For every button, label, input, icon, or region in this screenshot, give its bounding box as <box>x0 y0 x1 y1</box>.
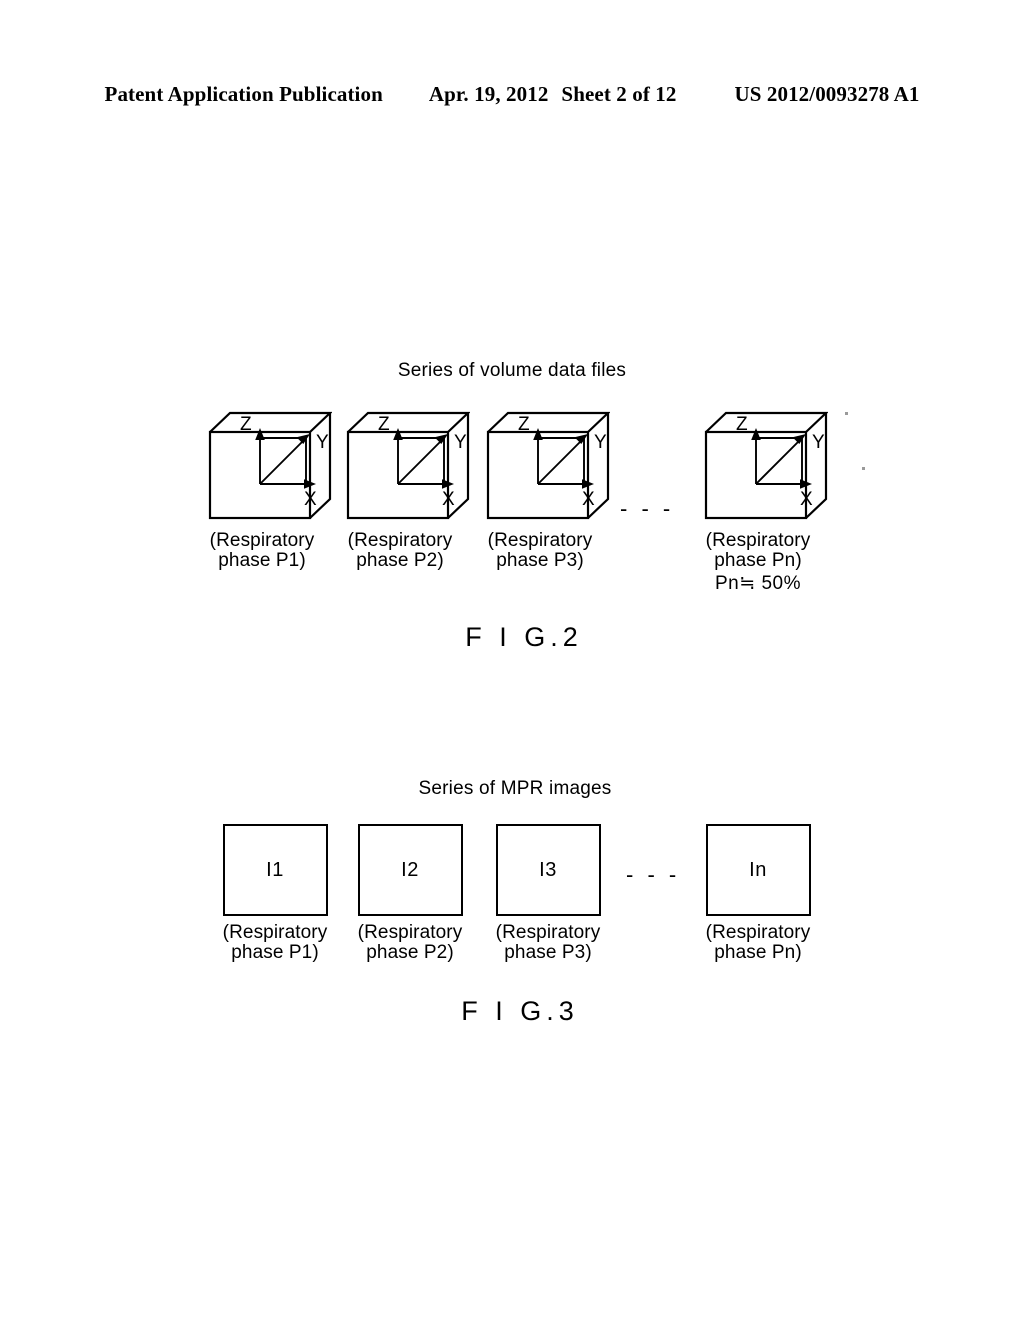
page-header: Patent Application Publication Apr. 19, … <box>0 82 1024 116</box>
axis-label-x: X <box>582 489 595 510</box>
axis-label-y: Y <box>812 432 825 453</box>
figure-2-caption-word: F I G. <box>465 622 563 652</box>
mpr-image-box: I3 <box>495 824 601 916</box>
axis-label-x: X <box>304 489 317 510</box>
mpr-image-box: In <box>705 824 811 916</box>
volume-item-caption: (Respiratory phase Pn) <box>705 530 811 571</box>
figure-3-caption: F I G.3 <box>12 996 1024 1027</box>
mpr-image-box: I1 <box>222 824 328 916</box>
figure-3-item-row: I1 (Respiratory phase P1) I2 (Respirator… <box>0 824 1024 974</box>
mpr-image-box: I2 <box>357 824 463 916</box>
volume-cube-icon: Z Y X <box>470 404 610 524</box>
volume-item-caption: (Respiratory phase P1) <box>209 530 315 571</box>
axis-label-z: Z <box>518 414 530 435</box>
axis-label-z: Z <box>736 414 748 435</box>
mpr-item-caption: (Respiratory phase P3) <box>495 922 601 963</box>
axis-label-x: X <box>442 489 455 510</box>
mpr-image-item: In (Respiratory phase Pn) <box>678 824 838 963</box>
mpr-image-label: I1 <box>266 858 284 881</box>
volume-data-item: Z Y X (Respiratory phase Pn) Pn≒ 50% <box>678 404 838 594</box>
figure-3-caption-number: 3 <box>558 996 575 1026</box>
figure-3-heading: Series of MPR images <box>418 778 612 799</box>
scan-speck <box>862 467 865 470</box>
axis-label-z: Z <box>240 414 252 435</box>
header-sheet-number: Sheet 2 of 12 <box>561 82 677 106</box>
mpr-image-label: I2 <box>401 858 419 881</box>
figure-3-ellipsis: - - - <box>626 862 681 887</box>
figure-2-caption-number: 2 <box>562 622 579 652</box>
volume-data-item: Z Y X (Respiratory phase P2) <box>320 404 480 574</box>
mpr-item-caption: (Respiratory phase Pn) <box>705 922 811 963</box>
figure-2: Series of volume data files Z Y X (Respi… <box>0 360 1024 653</box>
mpr-image-item: I2 (Respiratory phase P2) <box>330 824 490 963</box>
header-publication-title: Patent Application Publication <box>104 82 383 106</box>
volume-cube-icon: Z Y X <box>330 404 470 524</box>
volume-data-item: Z Y X (Respiratory phase P3) <box>460 404 620 574</box>
figure-2-ellipsis: - - - <box>620 496 675 521</box>
volume-cube-icon: Z Y X <box>192 404 332 524</box>
axis-label-y: Y <box>594 432 607 453</box>
mpr-image-label: In <box>749 858 767 881</box>
axis-label-x: X <box>800 489 813 510</box>
figure-3: Series of MPR images I1 (Respiratory pha… <box>0 778 1024 1027</box>
figure-2-caption: F I G.2 <box>20 622 1024 653</box>
volume-item-note: Pn≒ 50% <box>715 573 801 594</box>
mpr-item-caption: (Respiratory phase P1) <box>222 922 328 963</box>
figure-2-item-row: Z Y X (Respiratory phase P1) Z Y X (Resp… <box>0 404 1024 604</box>
mpr-image-label: I3 <box>539 858 557 881</box>
header-publication-date: Apr. 19, 2012 <box>428 82 549 106</box>
volume-cube-icon: Z Y X <box>688 404 828 524</box>
volume-item-caption: (Respiratory phase P3) <box>487 530 593 571</box>
figure-3-caption-word: F I G. <box>461 996 559 1026</box>
mpr-item-caption: (Respiratory phase P2) <box>357 922 463 963</box>
mpr-image-item: I3 (Respiratory phase P3) <box>468 824 628 963</box>
volume-item-caption: (Respiratory phase P2) <box>347 530 453 571</box>
volume-data-item: Z Y X (Respiratory phase P1) <box>182 404 342 574</box>
axis-label-z: Z <box>378 414 390 435</box>
figure-2-heading: Series of volume data files <box>397 360 627 381</box>
scan-speck <box>845 412 848 415</box>
header-document-number: US 2012/0093278 A1 <box>734 82 920 106</box>
